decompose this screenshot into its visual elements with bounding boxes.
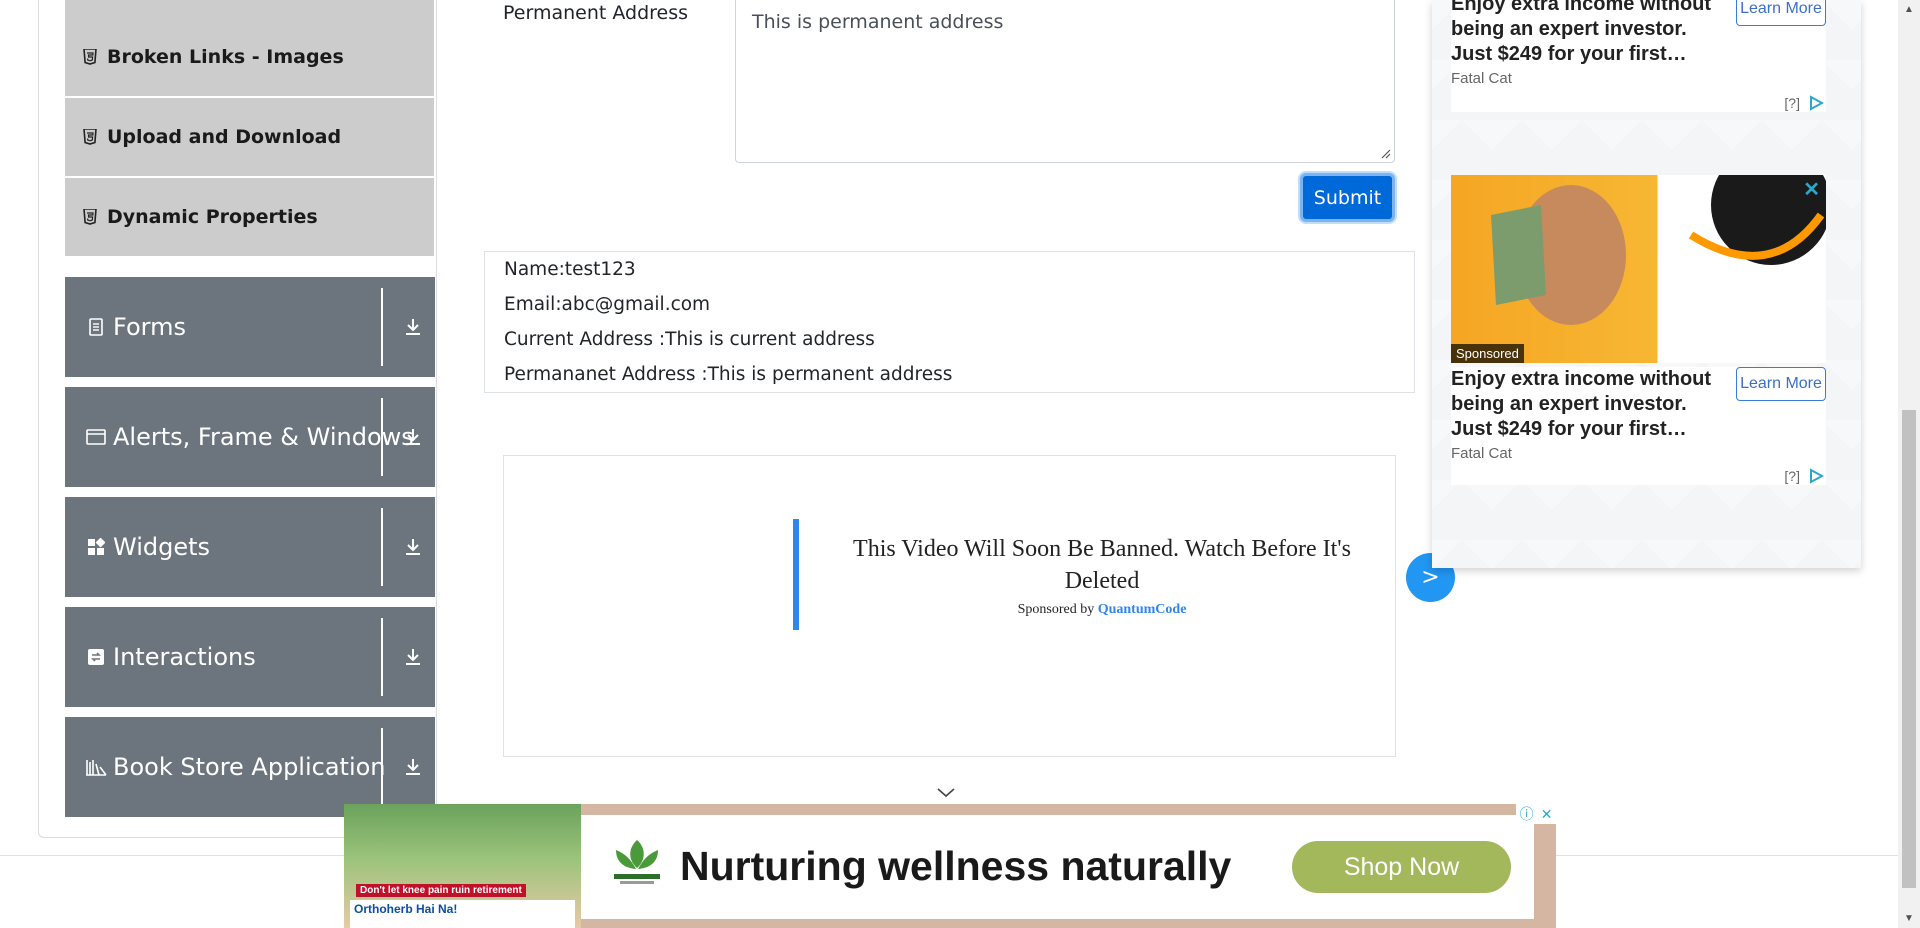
close-icon[interactable]: ✕ — [1541, 806, 1553, 823]
sidebar-item-previous[interactable] — [65, 0, 434, 18]
sidebar-group-label: Alerts, Frame & Windows — [113, 423, 414, 451]
sidebar-item-label: Broken Links - Images — [107, 46, 344, 68]
download-icon[interactable] — [401, 645, 425, 669]
sidebar-group-label: Interactions — [113, 643, 256, 671]
sidebar-group-interactions[interactable]: Interactions — [65, 607, 435, 707]
html5-icon — [82, 209, 97, 226]
sponsored-badge: Sponsored — [1451, 344, 1524, 363]
output-permanent-address: Permananet Address :This is permanent ad… — [504, 364, 953, 385]
adchoices-icon[interactable] — [1808, 95, 1824, 111]
output-panel: Name:test123 Email:abc@gmail.com Current… — [484, 251, 1415, 393]
banner-photo: Don't let knee pain ruin retirement Orth… — [344, 804, 581, 928]
ad-sponsored-prefix: Sponsored by — [1017, 602, 1095, 617]
widgets-icon — [85, 536, 107, 558]
banner-controls: ⓘ ✕ — [1516, 804, 1556, 824]
banner-headline[interactable]: Nurturing wellness naturally — [680, 843, 1231, 890]
books-icon — [85, 756, 107, 778]
chevron-down-icon[interactable] — [935, 785, 957, 799]
submit-button[interactable]: Submit — [1300, 173, 1395, 222]
page: Broken Links - Images Upload and Downloa… — [0, 0, 1920, 928]
ad-title[interactable]: This Video Will Soon Be Banned. Watch Be… — [822, 533, 1382, 597]
banner-photo-product: Orthoherb Hai Na! — [350, 900, 575, 928]
output-current-address: Current Address :This is current address — [504, 329, 875, 350]
ad-headline[interactable]: Enjoy extra income without being an expe… — [1451, 367, 1721, 442]
sidebar-group-forms[interactable]: Forms — [65, 277, 435, 377]
sidebar-item-broken-links[interactable]: Broken Links - Images — [65, 18, 434, 96]
banner-photo-tagline: Don't let knee pain ruin retirement — [356, 884, 526, 897]
sidebar-item-upload-download[interactable]: Upload and Download — [65, 98, 434, 176]
scroll-down-arrow-icon[interactable]: ▼ — [1904, 913, 1914, 924]
ad-sponsor-line: Sponsored by QuantumCode — [822, 602, 1382, 618]
html5-icon — [82, 129, 97, 146]
resize-grip-icon[interactable] — [1381, 149, 1391, 159]
video-ad[interactable]: This Video Will Soon Be Banned. Watch Be… — [503, 455, 1396, 757]
ad-info-link[interactable]: [?] — [1784, 95, 1800, 111]
output-email: Email:abc@gmail.com — [504, 294, 711, 315]
sidebar-item-label: Upload and Download — [107, 126, 342, 148]
output-name: Name:test123 — [504, 259, 636, 280]
permanent-address-textarea[interactable]: This is permanent address — [735, 0, 1395, 163]
sidebar-group-book-store[interactable]: Book Store Application — [65, 717, 435, 817]
vertical-scrollbar[interactable]: ▲ ▼ — [1898, 0, 1920, 928]
close-icon[interactable]: ✕ — [1803, 177, 1820, 202]
learn-more-button[interactable]: Learn More — [1736, 0, 1826, 26]
sidebar-group-label: Book Store Application — [113, 753, 386, 781]
info-icon[interactable]: ⓘ — [1520, 804, 1534, 824]
divider — [381, 398, 383, 476]
scrollbar-thumb[interactable] — [1902, 410, 1916, 888]
document-icon — [85, 316, 107, 338]
divider — [381, 728, 383, 806]
ad-card-1[interactable]: Enjoy extra income without being an expe… — [1451, 0, 1826, 112]
permanent-address-label: Permanent Address — [503, 2, 689, 24]
ad-image[interactable]: Sponsored ✕ — [1451, 175, 1826, 363]
ad-brand: Fatal Cat — [1451, 445, 1512, 462]
sidebar-group-widgets[interactable]: Widgets — [65, 497, 435, 597]
bottom-banner-ad[interactable]: Don't let knee pain ruin retirement Orth… — [344, 804, 1556, 928]
download-icon[interactable] — [401, 755, 425, 779]
download-icon[interactable] — [401, 535, 425, 559]
adchoices-icon[interactable] — [1808, 468, 1824, 484]
permanent-address-value: This is permanent address — [752, 11, 1004, 33]
scroll-up-arrow-icon[interactable]: ▲ — [1904, 4, 1914, 15]
ad-image-graphic — [1491, 175, 1826, 325]
interactions-icon — [85, 646, 107, 668]
sidebar-item-label: Dynamic Properties — [107, 206, 318, 228]
ad-card-2[interactable]: Enjoy extra income without being an expe… — [1451, 367, 1826, 485]
sidebar-group-label: Forms — [113, 313, 186, 341]
download-icon[interactable] — [401, 315, 425, 339]
learn-more-button[interactable]: Learn More — [1736, 367, 1826, 401]
divider — [381, 618, 383, 696]
ad-accent-bar — [793, 519, 799, 630]
html5-icon — [82, 49, 97, 66]
right-ad-column: Enjoy extra income without being an expe… — [1432, 0, 1861, 568]
download-icon[interactable] — [401, 425, 425, 449]
brand-logo — [614, 840, 660, 884]
ad-headline[interactable]: Enjoy extra income without being an expe… — [1451, 0, 1721, 67]
sidebar-group-alerts[interactable]: Alerts, Frame & Windows — [65, 387, 435, 487]
ad-info-link[interactable]: [?] — [1784, 468, 1800, 484]
ad-brand: Fatal Cat — [1451, 70, 1512, 87]
shop-now-button[interactable]: Shop Now — [1292, 841, 1511, 893]
sidebar-group-label: Widgets — [113, 533, 211, 561]
divider — [381, 288, 383, 366]
divider — [381, 508, 383, 586]
sidebar-item-dynamic-properties[interactable]: Dynamic Properties — [65, 178, 434, 256]
ad-sponsor-link[interactable]: QuantumCode — [1098, 602, 1187, 617]
window-icon — [85, 426, 107, 448]
